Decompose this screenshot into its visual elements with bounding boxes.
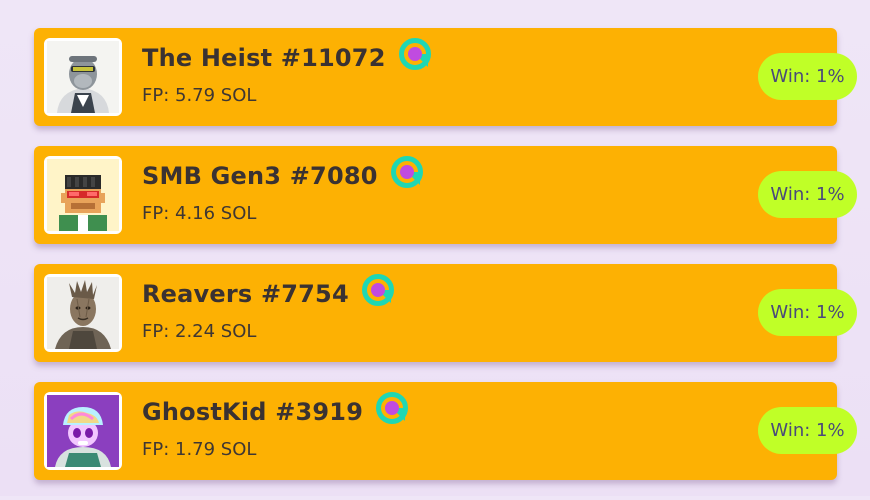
item-name: Reavers #7754 bbox=[142, 280, 349, 308]
item-name: GhostKid #3919 bbox=[142, 398, 364, 426]
list-item[interactable]: Reavers #7754 FP: 2.24 SOL Win: 1% bbox=[34, 264, 857, 362]
nft-thumbnail bbox=[44, 38, 122, 116]
verified-collection-icon bbox=[361, 273, 395, 307]
item-header: GhostKid #3919 bbox=[142, 398, 409, 426]
floor-price: FP: 2.24 SOL bbox=[142, 321, 257, 342]
win-chance-badge: Win: 1% bbox=[758, 53, 857, 100]
ghost-kid-avatar-icon bbox=[47, 395, 119, 467]
pixel-monkey-avatar-icon bbox=[47, 159, 119, 231]
nft-thumbnail bbox=[44, 274, 122, 352]
tree-creature-avatar-icon bbox=[47, 277, 119, 349]
prize-list: The Heist #11072 FP: 5.79 SOL Win: 1% SM… bbox=[34, 28, 857, 500]
win-chance-badge: Win: 1% bbox=[758, 171, 857, 218]
list-item[interactable]: GhostKid #3919 FP: 1.79 SOL Win: 1% bbox=[34, 382, 857, 480]
gorilla-avatar-icon bbox=[47, 41, 119, 113]
list-item[interactable]: SMB Gen3 #7080 FP: 4.16 SOL Win: 1% bbox=[34, 146, 857, 244]
item-header: The Heist #11072 bbox=[142, 44, 432, 72]
floor-price: FP: 5.79 SOL bbox=[142, 85, 257, 106]
item-name: The Heist #11072 bbox=[142, 44, 386, 72]
nft-thumbnail bbox=[44, 156, 122, 234]
item-header: Reavers #7754 bbox=[142, 280, 395, 308]
verified-collection-icon bbox=[375, 391, 409, 425]
win-chance-badge: Win: 1% bbox=[758, 407, 857, 454]
verified-collection-icon bbox=[390, 155, 424, 189]
nft-thumbnail bbox=[44, 392, 122, 470]
list-item[interactable]: The Heist #11072 FP: 5.79 SOL Win: 1% bbox=[34, 28, 857, 126]
win-chance-badge: Win: 1% bbox=[758, 289, 857, 336]
item-header: SMB Gen3 #7080 bbox=[142, 162, 424, 190]
floor-price: FP: 1.79 SOL bbox=[142, 439, 257, 460]
floor-price: FP: 4.16 SOL bbox=[142, 203, 257, 224]
verified-collection-icon bbox=[398, 37, 432, 71]
item-name: SMB Gen3 #7080 bbox=[142, 162, 378, 190]
